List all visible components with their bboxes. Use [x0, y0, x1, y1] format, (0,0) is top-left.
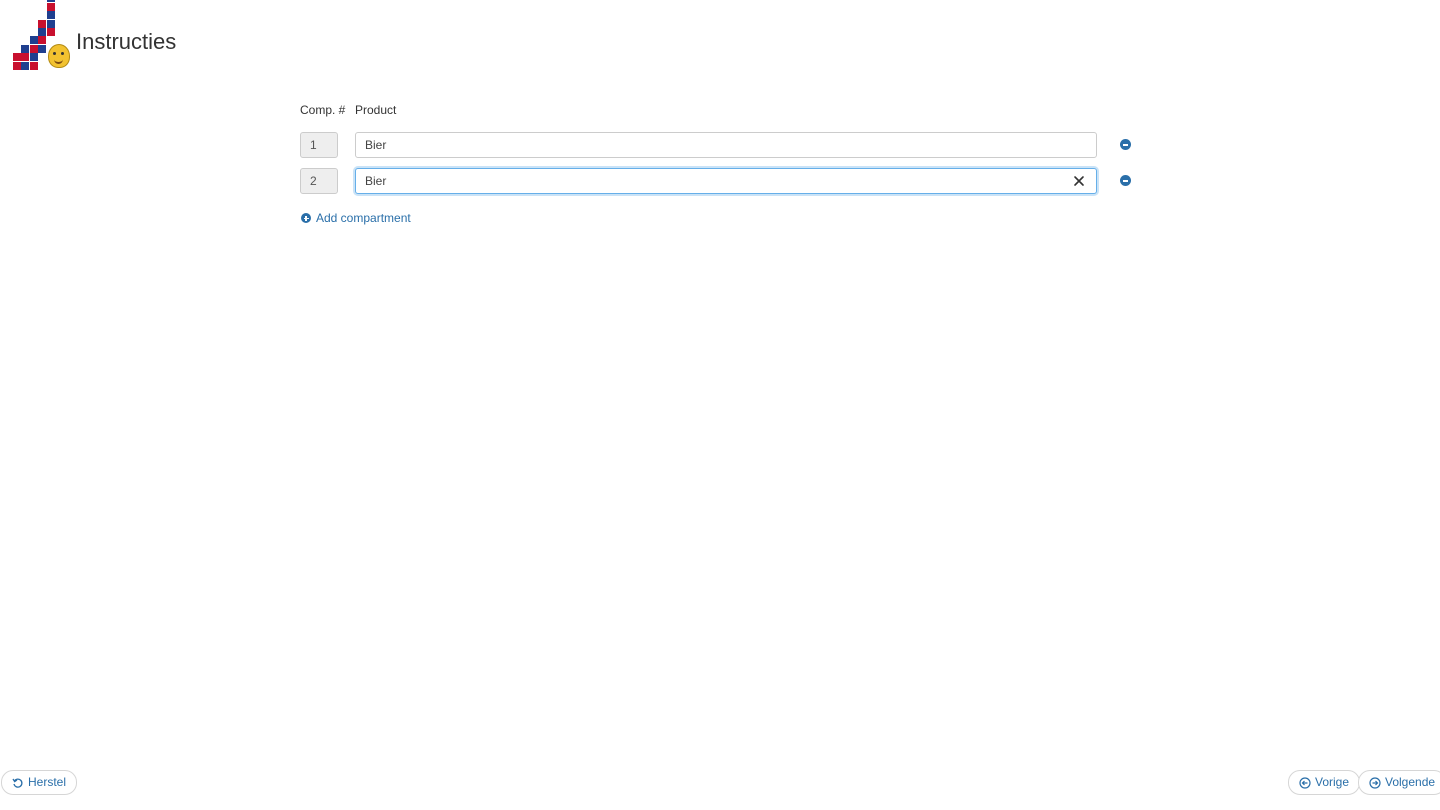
arrow-left-circle-icon	[1299, 776, 1311, 789]
logo-block	[29, 36, 38, 45]
clear-icon[interactable]	[1072, 174, 1086, 188]
logo-block	[38, 19, 47, 28]
table-row: 1 Bier	[300, 132, 1140, 158]
table-row: 2 Bier	[300, 168, 1140, 194]
logo-block	[46, 11, 55, 20]
logo-block	[21, 61, 30, 70]
plus-circle-icon	[301, 213, 311, 223]
header: Instructies	[12, 0, 176, 80]
column-header-number: Comp. #	[300, 103, 346, 117]
mascot-face-icon	[48, 44, 70, 68]
reset-label: Herstel	[28, 775, 67, 789]
remove-compartment-icon[interactable]	[1120, 175, 1131, 186]
arrow-right-circle-icon	[1369, 776, 1381, 789]
add-compartment-link[interactable]: Add compartment	[300, 211, 411, 225]
logo-block	[46, 28, 55, 36]
logo-block	[29, 61, 38, 70]
next-button[interactable]: Volgende	[1358, 770, 1440, 795]
logo-block	[21, 53, 30, 62]
add-compartment-label: Add compartment	[316, 211, 411, 225]
compartment-number-field: 1	[300, 132, 338, 158]
product-input-value: Bier	[365, 174, 387, 188]
logo-block	[13, 53, 21, 62]
logo-block	[38, 44, 47, 53]
logo-block	[29, 44, 38, 53]
remove-compartment-icon[interactable]	[1120, 139, 1131, 150]
logo-block	[46, 19, 55, 28]
stacked-boxes-logo-icon	[12, 0, 72, 76]
logo-block	[29, 53, 38, 62]
logo-block	[38, 36, 47, 45]
page: Instructies Comp. # Product 1 Bier 2 Bie…	[0, 0, 1440, 810]
product-input-focused[interactable]: Bier	[355, 168, 1097, 194]
undo-icon	[12, 778, 23, 788]
page-title: Instructies	[76, 29, 177, 54]
logo-block	[38, 28, 47, 36]
next-label: Volgende	[1385, 775, 1436, 789]
logo-block	[46, 2, 55, 11]
logo-block	[21, 44, 30, 53]
previous-label: Vorige	[1315, 775, 1350, 789]
reset-button[interactable]: Herstel	[1, 770, 78, 795]
logo-block	[13, 61, 21, 70]
column-header-product: Product	[355, 103, 397, 117]
product-input[interactable]: Bier	[355, 132, 1097, 158]
previous-button[interactable]: Vorige	[1288, 770, 1361, 795]
compartment-number-field: 2	[300, 168, 338, 194]
